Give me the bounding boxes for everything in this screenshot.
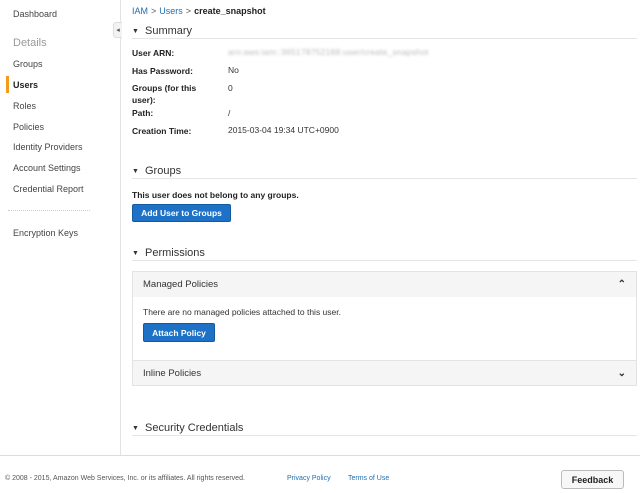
path-value: / [228, 108, 231, 118]
sidebar-item-dashboard[interactable]: Dashboard [13, 9, 57, 19]
sidebar-item-identity-providers[interactable]: Identity Providers [13, 142, 83, 152]
inline-policies-header[interactable]: Inline Policies ⌄ [133, 360, 636, 385]
groups-section-header[interactable]: ▼ Groups [132, 165, 637, 179]
collapse-triangle-icon: ▼ [132, 28, 139, 35]
collapse-triangle-icon: ▼ [132, 250, 139, 257]
copyright-text: © 2008 - 2015, Amazon Web Services, Inc.… [5, 475, 245, 482]
permissions-panel: Managed Policies ⌃ There are no managed … [132, 271, 637, 386]
sidebar-heading-details: Details [13, 37, 47, 49]
breadcrumb-iam[interactable]: IAM [132, 6, 148, 16]
sidebar-item-groups[interactable]: Groups [13, 59, 43, 69]
breadcrumb-separator: > [185, 6, 192, 16]
collapse-triangle-icon: ▼ [132, 168, 139, 175]
sidebar-item-users[interactable]: Users [13, 80, 38, 90]
managed-policies-title: Managed Policies [143, 279, 218, 290]
no-managed-policies-message: There are no managed policies attached t… [143, 307, 341, 317]
path-label: Path: [132, 108, 154, 118]
sidebar-item-policies[interactable]: Policies [13, 122, 44, 132]
sidebar-divider [8, 210, 90, 211]
sidebar-item-account-settings[interactable]: Account Settings [13, 163, 81, 173]
user-arn-value: arn:aws:iam::365178752188:user/create_sn… [228, 47, 429, 57]
attach-policy-button[interactable]: Attach Policy [143, 323, 215, 342]
add-user-to-groups-button[interactable]: Add User to Groups [132, 204, 231, 222]
collapse-triangle-icon: ▼ [132, 425, 139, 432]
creation-time-value: 2015-03-04 19:34 UTC+0900 [228, 125, 339, 135]
breadcrumb-users[interactable]: Users [159, 6, 183, 16]
groups-title: Groups [145, 165, 182, 177]
user-arn-label: User ARN: [132, 48, 175, 58]
permissions-title: Permissions [145, 247, 205, 259]
sidebar-item-credential-report[interactable]: Credential Report [13, 184, 84, 194]
active-indicator [6, 76, 9, 93]
collapse-sidebar-icon[interactable]: ◂ [113, 22, 122, 38]
managed-policies-header[interactable]: Managed Policies ⌃ [133, 272, 636, 297]
main-content: IAM > Users > create_snapshot ▼ Summary User… [122, 0, 640, 455]
breadcrumb: IAM > Users > create_snapshot [132, 6, 266, 16]
chevron-down-icon[interactable]: ⌄ [618, 368, 626, 379]
groups-count-value: 0 [228, 83, 233, 93]
feedback-button[interactable]: Feedback [561, 470, 624, 489]
sidebar: Dashboard Details Groups Users Roles Pol… [0, 0, 122, 455]
groups-count-label: Groups (for this user): [132, 83, 197, 105]
creation-time-label: Creation Time: [132, 126, 192, 136]
footer: © 2008 - 2015, Amazon Web Services, Inc.… [0, 455, 640, 493]
security-credentials-title: Security Credentials [145, 422, 244, 434]
terms-of-use-link[interactable]: Terms of Use [348, 475, 389, 482]
no-groups-message: This user does not belong to any groups. [132, 190, 299, 200]
inline-policies-title: Inline Policies [143, 367, 202, 379]
has-password-value: No [228, 65, 239, 75]
breadcrumb-current: create_snapshot [194, 6, 266, 16]
sidebar-item-encryption-keys[interactable]: Encryption Keys [13, 228, 78, 238]
security-credentials-section-header[interactable]: ▼ Security Credentials [132, 422, 637, 436]
has-password-label: Has Password: [132, 66, 193, 76]
summary-title: Summary [145, 25, 193, 37]
summary-section-header[interactable]: ▼ Summary [132, 25, 637, 39]
permissions-section-header[interactable]: ▼ Permissions [132, 247, 637, 261]
chevron-up-icon[interactable]: ⌃ [618, 279, 626, 290]
sidebar-item-roles[interactable]: Roles [13, 101, 36, 111]
privacy-policy-link[interactable]: Privacy Policy [287, 475, 331, 482]
breadcrumb-separator: > [151, 6, 157, 16]
